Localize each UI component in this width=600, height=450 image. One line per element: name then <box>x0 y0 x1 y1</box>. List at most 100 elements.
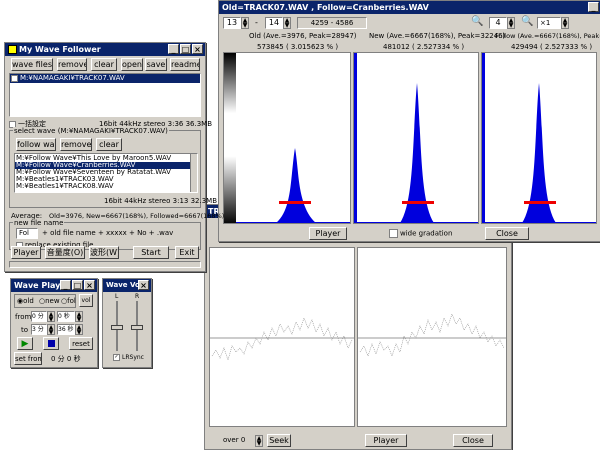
wide-gradation-check-icon[interactable] <box>389 229 398 238</box>
field-a[interactable]: 13 <box>223 17 241 29</box>
lrsync-check-icon[interactable]: ✓ <box>113 354 120 361</box>
wave-view-close-button[interactable]: Close <box>453 434 493 447</box>
wide-gradation-label: wide gradation <box>400 229 453 238</box>
wide-gradation-checkbox[interactable]: wide gradation <box>389 229 452 238</box>
select-wave-label: select wave (M:¥NAMAGAKI¥TRACK07.WAV) <box>13 127 169 135</box>
radio-fol-label: fol <box>67 297 76 305</box>
radio-new-label: new <box>45 297 60 305</box>
clear-button[interactable]: clear <box>91 58 117 71</box>
field-b-spinner[interactable]: ▲ ▼ <box>283 17 291 29</box>
analyzer-title: Old=TRACK07.WAV , Follow=Cranberries.WAV… <box>219 1 600 14</box>
play-button[interactable]: ▶ <box>17 337 33 350</box>
follow-histogram-graph <box>482 53 596 223</box>
follow-header: Follow (Ave.=6667(168%), Peak=32246) <box>495 32 600 40</box>
list-item[interactable]: M:¥Beatles1¥TRACK08.WAV <box>15 183 197 190</box>
close-icon[interactable]: × <box>138 280 149 290</box>
vol-button[interactable]: vol <box>79 294 93 307</box>
volume-button[interactable]: 音量度(O) <box>45 246 85 259</box>
waveform-left-panel <box>209 247 355 427</box>
field-a-spinner[interactable]: ▲ ▼ <box>241 17 249 29</box>
follow-wave-list[interactable]: M:¥Follow Wave¥This Love by Maroon5.WAV … <box>14 153 198 193</box>
close-icon[interactable]: × <box>84 280 95 290</box>
play-icon: ▶ <box>21 339 29 349</box>
zoom-in-icon[interactable]: 🔍 <box>521 16 533 27</box>
left-slider-thumb[interactable] <box>111 325 123 330</box>
follow-wave-button[interactable]: follow wave <box>16 138 56 151</box>
minimize-icon[interactable]: _ <box>588 2 599 12</box>
over-spinner[interactable]: ▲ ▼ <box>255 435 263 447</box>
field-b[interactable]: 14 <box>265 17 283 29</box>
from-min-input[interactable]: 0 分 <box>31 311 47 322</box>
to-min-spinner[interactable]: ▲ ▼ <box>47 324 55 336</box>
analyzer-player-button[interactable]: Player <box>309 227 347 240</box>
follower-window: My Wave Follower _ □ × wave files remove… <box>4 42 224 272</box>
zoom2-value[interactable]: ×1 <box>537 17 561 29</box>
new-histogram-graph <box>354 53 478 223</box>
from-sec-input[interactable]: 0 秒 <box>57 311 75 322</box>
minimize-icon[interactable]: _ <box>168 44 179 54</box>
right-volume-slider[interactable] <box>131 301 143 351</box>
progress-bar <box>9 261 201 268</box>
remove-wave-button[interactable]: remove <box>60 138 92 151</box>
list-scrollbar[interactable] <box>190 154 197 192</box>
check-icon[interactable] <box>11 74 18 82</box>
open-button[interactable]: open <box>121 58 143 71</box>
remove-button[interactable]: remove <box>57 58 87 71</box>
right-slider-thumb[interactable] <box>131 325 143 330</box>
select-wave-group: select wave (M:¥NAMAGAKI¥TRACK07.WAV) fo… <box>9 127 217 208</box>
left-volume-slider[interactable] <box>111 301 123 351</box>
to-sec-input[interactable]: 36 秒 <box>57 324 75 335</box>
seek-button[interactable]: Seek <box>267 434 291 447</box>
wave-player-window: Wave Player _ □ × ◉old ○new ○fol vol fro… <box>10 278 98 368</box>
wave-files-button[interactable]: wave files <box>11 58 53 71</box>
analyzer-window: Old=TRACK07.WAV , Follow=Cranberries.WAV… <box>218 0 600 242</box>
radio-old[interactable]: ◉old <box>17 297 34 305</box>
new-histogram <box>353 52 479 224</box>
clear-wave-button[interactable]: clear <box>96 138 122 151</box>
exit-button[interactable]: Exit <box>175 246 199 259</box>
close-icon[interactable]: × <box>192 44 203 54</box>
list-item[interactable]: M:¥NAMAGAKI¥TRACK07.WAV <box>10 74 200 83</box>
minimize-icon[interactable]: _ <box>60 280 71 290</box>
file-prefix-input[interactable]: Fol <box>16 228 38 239</box>
save-button[interactable]: save <box>145 58 167 71</box>
lrsync-checkbox[interactable]: ✓ LRSync <box>113 354 144 361</box>
left-channel-label: L <box>115 293 119 300</box>
old-histogram-graph <box>224 53 350 223</box>
zoom-spinner[interactable]: ▲ ▼ <box>507 17 515 29</box>
to-sec-spinner[interactable]: ▲ ▼ <box>75 324 83 336</box>
radio-fol[interactable]: ○fol <box>61 297 76 305</box>
waveform-right-graph <box>358 313 506 357</box>
old-wave-list[interactable]: M:¥NAMAGAKI¥TRACK07.WAV <box>9 73 201 117</box>
lrsync-label: LRSync <box>122 354 144 361</box>
readme-button[interactable]: readme <box>170 58 200 71</box>
analyzer-close-button[interactable]: Close <box>485 227 529 240</box>
waveform-left-graph <box>210 317 354 362</box>
maximize-icon[interactable]: □ <box>72 280 83 290</box>
from-label: from <box>15 313 32 321</box>
wave-volume-title: Wave Volu × <box>103 279 151 292</box>
follower-title: My Wave Follower _ □ × <box>5 43 205 56</box>
start-button[interactable]: Start <box>133 246 169 259</box>
radio-new[interactable]: ○new <box>39 297 60 305</box>
list-item-label: M:¥NAMAGAKI¥TRACK07.WAV <box>20 74 125 82</box>
waveform-button[interactable]: 波形(W) <box>89 246 119 259</box>
old-value: 573845 ( 3.015623 % ) <box>257 43 339 51</box>
over-field[interactable]: over 0 <box>221 435 255 447</box>
from-sec-spinner[interactable]: ▲ ▼ <box>75 311 83 323</box>
maximize-icon[interactable]: □ <box>180 44 191 54</box>
wave-view-player-button[interactable]: Player <box>365 434 407 447</box>
follower-player-button[interactable]: Player <box>11 246 41 259</box>
follow-value: 429494 ( 2.527333 % ) <box>511 43 593 51</box>
stop-button[interactable] <box>43 337 59 350</box>
from-min-spinner[interactable]: ▲ ▼ <box>47 311 55 323</box>
zoom-out-icon[interactable]: 🔍 <box>471 16 483 27</box>
zoom2-spinner[interactable]: ▲ ▼ <box>561 17 569 29</box>
set-from-button[interactable]: set from <box>14 352 42 365</box>
old-histogram <box>223 52 351 224</box>
reset-button[interactable]: reset <box>69 337 93 350</box>
zoom-value[interactable]: 4 <box>489 17 507 29</box>
set-from-value: 0 分 0 秒 <box>51 355 81 363</box>
to-min-input[interactable]: 3 分 <box>31 324 47 335</box>
wave-player-title: Wave Player _ □ × <box>11 279 97 292</box>
